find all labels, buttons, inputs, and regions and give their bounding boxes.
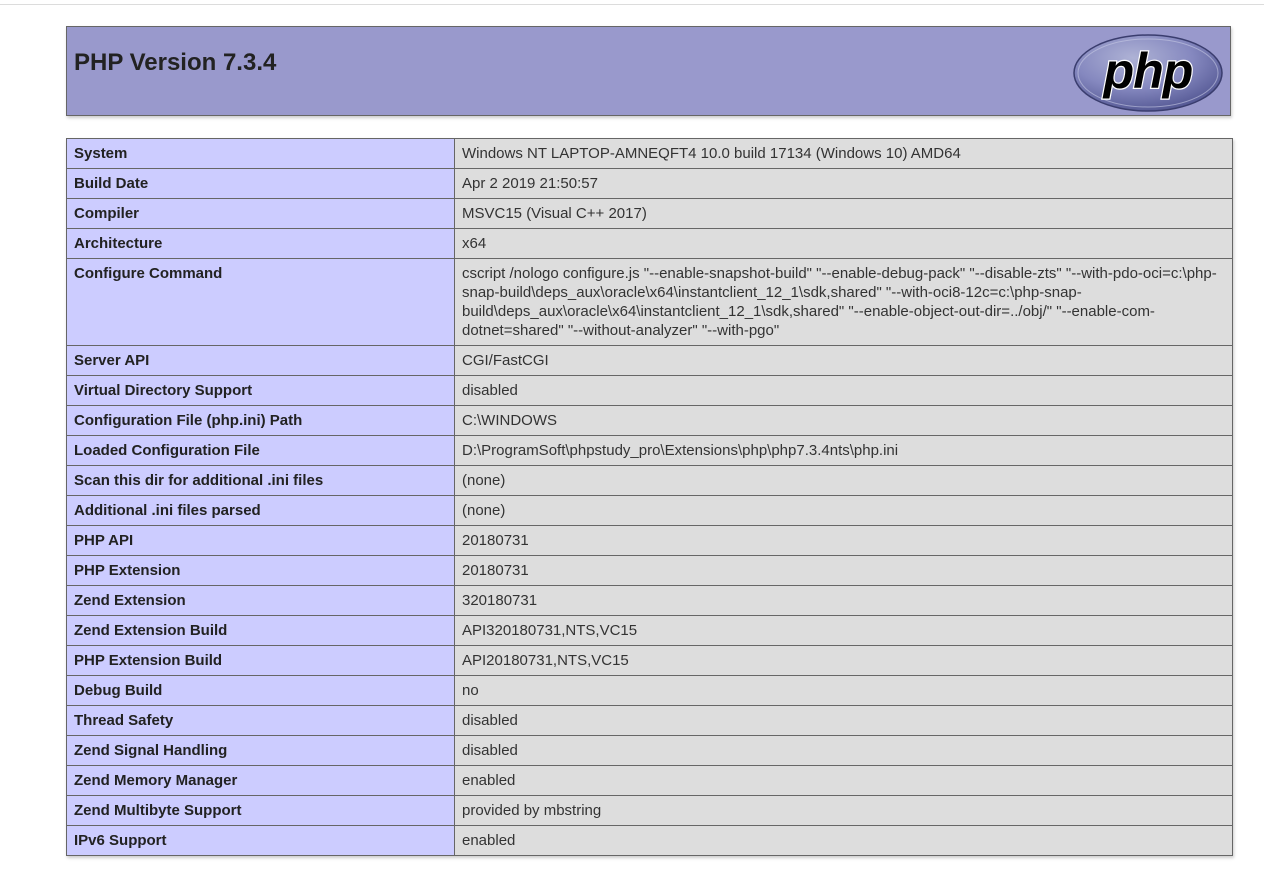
row-label: Server API bbox=[66, 345, 455, 376]
table-row: Zend Extension 320180731 bbox=[66, 585, 1233, 616]
row-value: disabled bbox=[454, 705, 1233, 736]
table-row: Server API CGI/FastCGI bbox=[66, 345, 1233, 376]
row-label: Virtual Directory Support bbox=[66, 375, 455, 406]
row-label: Zend Extension Build bbox=[66, 615, 455, 646]
row-value: API320180731,NTS,VC15 bbox=[454, 615, 1233, 646]
table-row: Architecture x64 bbox=[66, 228, 1233, 259]
table-row: Configuration File (php.ini) Path C:\WIND… bbox=[66, 405, 1233, 436]
row-value: 320180731 bbox=[454, 585, 1233, 616]
row-label: Zend Signal Handling bbox=[66, 735, 455, 766]
php-logo-text: php bbox=[1102, 43, 1193, 99]
table-row: Zend Multibyte Support provided by mbstri… bbox=[66, 795, 1233, 826]
row-label: Build Date bbox=[66, 168, 455, 199]
row-value: 20180731 bbox=[454, 525, 1233, 556]
row-label: PHP Extension Build bbox=[66, 645, 455, 676]
row-value: enabled bbox=[454, 765, 1233, 796]
row-label: Compiler bbox=[66, 198, 455, 229]
row-label: Thread Safety bbox=[66, 705, 455, 736]
row-value: provided by mbstring bbox=[454, 795, 1233, 826]
row-value: 20180731 bbox=[454, 555, 1233, 586]
table-row: Zend Extension Build API320180731,NTS,VC1… bbox=[66, 615, 1233, 646]
table-row: Zend Memory Manager enabled bbox=[66, 765, 1233, 796]
table-row: Loaded Configuration File D:\ProgramSoft\… bbox=[66, 435, 1233, 466]
php-logo[interactable]: php bbox=[1072, 33, 1224, 113]
row-label: Configuration File (php.ini) Path bbox=[66, 405, 455, 436]
row-value: cscript /nologo configure.js "--enable-s… bbox=[454, 258, 1233, 346]
phpinfo-header: PHP Version 7.3.4 php bbox=[66, 26, 1231, 116]
row-value: (none) bbox=[454, 465, 1233, 496]
row-value: Windows NT LAPTOP-AMNEQFT4 10.0 build 17… bbox=[454, 138, 1233, 169]
row-label: Debug Build bbox=[66, 675, 455, 706]
table-row: PHP API 20180731 bbox=[66, 525, 1233, 556]
table-row: Additional .ini files parsed (none) bbox=[66, 495, 1233, 526]
row-label: Configure Command bbox=[66, 258, 455, 346]
row-value: CGI/FastCGI bbox=[454, 345, 1233, 376]
row-label: PHP Extension bbox=[66, 555, 455, 586]
row-label: System bbox=[66, 138, 455, 169]
browser-top-edge bbox=[0, 0, 1264, 5]
row-label: Loaded Configuration File bbox=[66, 435, 455, 466]
table-row: IPv6 Support enabled bbox=[66, 825, 1233, 856]
table-row: Compiler MSVC15 (Visual C++ 2017) bbox=[66, 198, 1233, 229]
row-value: D:\ProgramSoft\phpstudy_pro\Extensions\p… bbox=[454, 435, 1233, 466]
row-value: no bbox=[454, 675, 1233, 706]
row-value: disabled bbox=[454, 375, 1233, 406]
table-row: Build Date Apr 2 2019 21:50:57 bbox=[66, 168, 1233, 199]
row-label: Additional .ini files parsed bbox=[66, 495, 455, 526]
row-value: API20180731,NTS,VC15 bbox=[454, 645, 1233, 676]
row-label: Zend Extension bbox=[66, 585, 455, 616]
row-value: Apr 2 2019 21:50:57 bbox=[454, 168, 1233, 199]
table-row: Configure Command cscript /nologo configu… bbox=[66, 258, 1233, 346]
row-label: Zend Multibyte Support bbox=[66, 795, 455, 826]
row-value: disabled bbox=[454, 735, 1233, 766]
table-row: System Windows NT LAPTOP-AMNEQFT4 10.0 bu… bbox=[66, 138, 1233, 169]
row-label: PHP API bbox=[66, 525, 455, 556]
row-value: (none) bbox=[454, 495, 1233, 526]
row-value: enabled bbox=[454, 825, 1233, 856]
page-title: PHP Version 7.3.4 bbox=[74, 49, 277, 76]
table-row: Thread Safety disabled bbox=[66, 705, 1233, 736]
row-label: IPv6 Support bbox=[66, 825, 455, 856]
row-label: Architecture bbox=[66, 228, 455, 259]
row-value: MSVC15 (Visual C++ 2017) bbox=[454, 198, 1233, 229]
row-value: x64 bbox=[454, 228, 1233, 259]
table-row: PHP Extension Build API20180731,NTS,VC15 bbox=[66, 645, 1233, 676]
row-value: C:\WINDOWS bbox=[454, 405, 1233, 436]
table-row: Zend Signal Handling disabled bbox=[66, 735, 1233, 766]
row-label: Scan this dir for additional .ini files bbox=[66, 465, 455, 496]
phpinfo-table: System Windows NT LAPTOP-AMNEQFT4 10.0 bu… bbox=[66, 138, 1233, 856]
table-row: Virtual Directory Support disabled bbox=[66, 375, 1233, 406]
row-label: Zend Memory Manager bbox=[66, 765, 455, 796]
table-row: PHP Extension 20180731 bbox=[66, 555, 1233, 586]
table-row: Scan this dir for additional .ini files(… bbox=[66, 465, 1233, 496]
table-row: Debug Build no bbox=[66, 675, 1233, 706]
